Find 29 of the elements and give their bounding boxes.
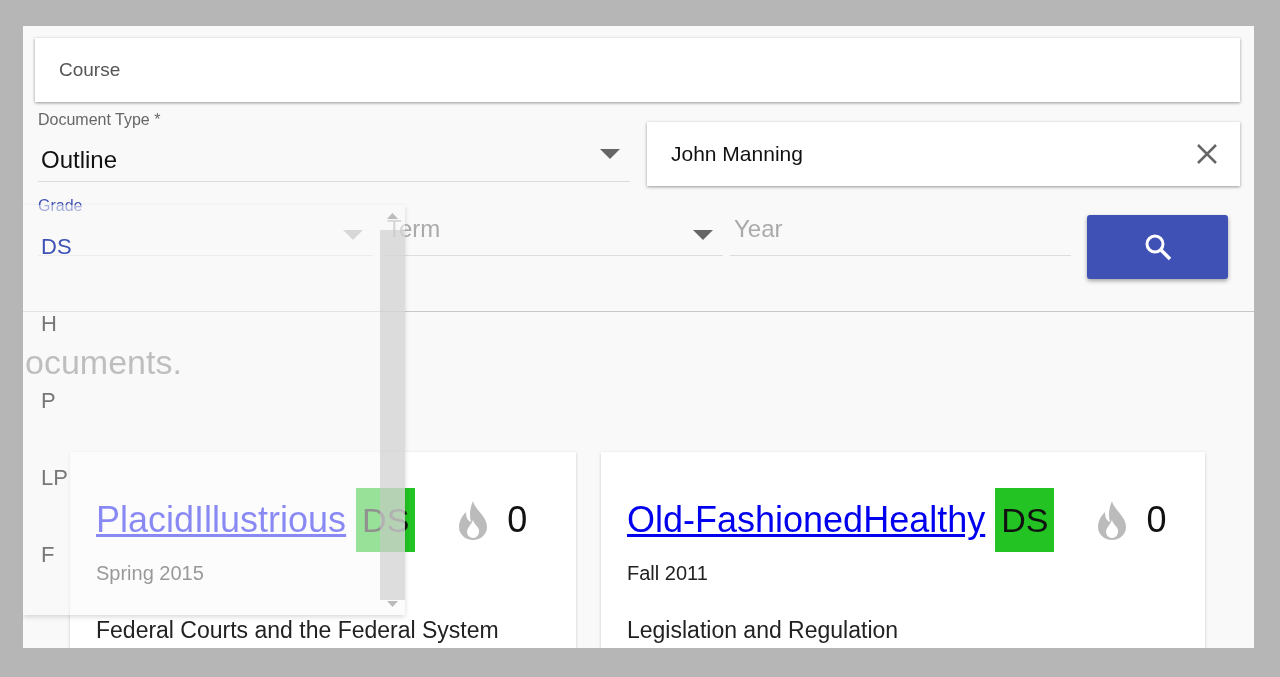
search-icon [1143, 233, 1172, 261]
scroll-up-icon[interactable] [387, 213, 398, 219]
year-field[interactable]: Year [730, 211, 1071, 255]
status-message: ocuments. [25, 345, 182, 379]
term-select[interactable]: Term [383, 211, 723, 255]
menu-option[interactable]: F [41, 538, 55, 571]
heat-count: 0 [1146, 498, 1167, 542]
term-text: Spring 2015 [96, 561, 204, 586]
field-label: Document Type * [38, 110, 161, 130]
menu-option[interactable]: P [41, 384, 56, 417]
dropdown-caret-icon [693, 230, 713, 240]
course-name: Legislation and Regulation [627, 618, 899, 644]
menu-option[interactable]: H [41, 307, 57, 340]
field-label: Grade [38, 197, 83, 214]
term-text: Fall 2011 [627, 561, 708, 586]
menu-option[interactable]: DS [41, 230, 72, 263]
author-field[interactable]: John Manning [647, 122, 1240, 186]
search-button[interactable] [1087, 215, 1228, 279]
author-input[interactable]: John Manning [669, 137, 1069, 171]
clear-icon[interactable] [1196, 143, 1218, 165]
menu-option[interactable]: LP [41, 461, 68, 494]
heat-count: 0 [507, 498, 528, 542]
course-name: Federal Courts and the Federal System [96, 618, 499, 644]
course-field[interactable]: Course [35, 38, 1240, 102]
dropdown-caret-icon [600, 149, 620, 159]
document-type-select[interactable]: Document Type * Outline [38, 108, 630, 182]
document-title-link[interactable]: Old-FashionedHealthy [627, 493, 986, 547]
grade-badge: DS [995, 488, 1055, 552]
select-value: Outline [41, 145, 118, 175]
